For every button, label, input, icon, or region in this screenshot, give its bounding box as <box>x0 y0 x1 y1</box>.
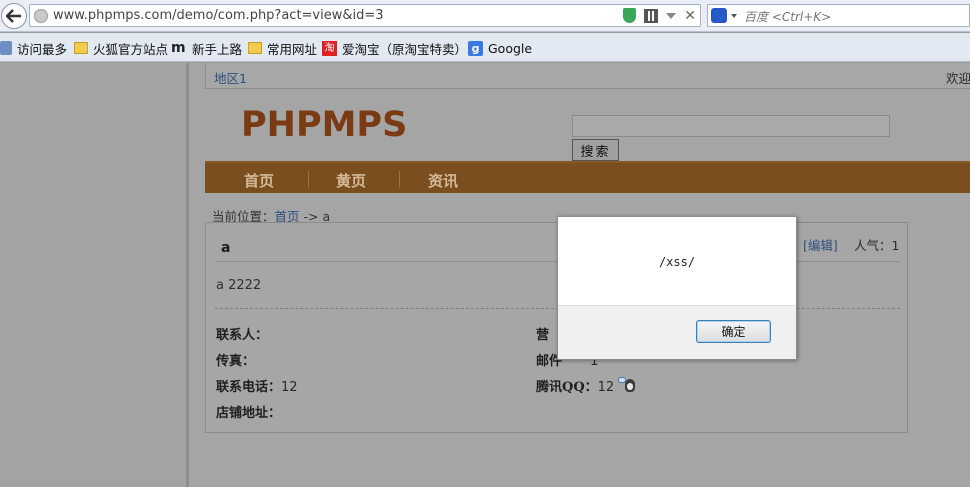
detail-title: a <box>221 240 231 256</box>
alert-dialog: /xss/ 确定 <box>557 216 797 360</box>
dropdown-arrow-icon[interactable] <box>666 12 677 19</box>
bookmark-most-visited[interactable]: 访问最多 <box>0 39 67 57</box>
bookmark-label: Google <box>488 40 533 56</box>
bookmarks-toolbar: 访问最多 火狐官方站点 m 新手上路 常用网址 淘 爱淘宝（原淘宝特卖） g G… <box>0 33 970 62</box>
bookmark-getting-started[interactable]: m 新手上路 <box>171 39 242 57</box>
site-search-button[interactable]: 搜索 <box>572 139 619 161</box>
most-visited-icon <box>0 41 12 55</box>
detail-body: a 2222 <box>216 278 262 293</box>
field-value: 12 <box>597 380 615 395</box>
field-label: 联系人： <box>216 328 269 343</box>
browser-search-field[interactable]: 🐾 百度 <Ctrl+K> <box>707 4 970 27</box>
field-fax: 传真： <box>216 350 255 369</box>
edit-link[interactable]: [编辑] <box>803 235 838 254</box>
field-contact: 联系人： <box>216 324 268 343</box>
bookmark-firefox-site[interactable]: 火狐官方站点 <box>74 39 168 57</box>
field-address: 店铺地址： <box>216 402 281 421</box>
address-text: www.phpmps.com/demo/com.php?act=view&id=… <box>53 8 384 23</box>
shield-icon[interactable] <box>623 8 637 23</box>
nav-item-home[interactable]: 首页 <box>244 170 274 191</box>
taobao-icon: 淘 <box>322 40 337 56</box>
main-nav: 首页 黄页 资讯 <box>205 161 970 193</box>
bookmark-google[interactable]: g Google <box>468 39 532 57</box>
folder-icon <box>74 42 88 54</box>
field-label: 店铺地址： <box>216 406 282 421</box>
search-placeholder: 百度 <Ctrl+K> <box>744 10 832 24</box>
globe-icon <box>34 9 48 23</box>
google-icon: g <box>468 40 483 56</box>
nav-separator <box>308 171 309 188</box>
alert-body: /xss/ <box>558 217 796 305</box>
m-logo-icon: m <box>171 40 186 56</box>
qq-penguin-icon[interactable] <box>618 377 636 393</box>
popularity-count: 人气：1 <box>854 238 900 253</box>
baidu-paw-icon[interactable]: 🐾 <box>711 8 727 23</box>
nav-item-yellow-pages[interactable]: 黄页 <box>336 170 366 191</box>
address-bar[interactable]: www.phpmps.com/demo/com.php?act=view&id=… <box>29 4 701 27</box>
back-button[interactable] <box>1 3 27 29</box>
alert-footer: 确定 <box>558 305 796 359</box>
site-logo[interactable]: PHPMPS <box>241 105 407 145</box>
field-business-partial: 营 <box>536 324 549 343</box>
stop-icon[interactable]: ✕ <box>684 9 696 23</box>
bookmark-label: 火狐官方站点 <box>93 41 169 57</box>
field-label: 腾讯QQ： <box>536 380 598 395</box>
field-qq: 腾讯QQ：12 <box>536 376 636 395</box>
folder-icon <box>248 42 262 54</box>
page-viewport: 地区1 欢迎 PHPMPS 搜索 首页 黄页 资讯 当前位置：首页 -> a a… <box>0 63 970 487</box>
field-phone: 联系电话：12 <box>216 376 298 395</box>
nav-separator <box>399 171 400 188</box>
field-value: 12 <box>281 380 298 395</box>
nav-item-news[interactable]: 资讯 <box>428 170 458 191</box>
bookmark-common-sites[interactable]: 常用网址 <box>248 39 317 57</box>
bookmark-label: 常用网址 <box>267 41 318 57</box>
field-label: 传真： <box>216 354 256 369</box>
bookmark-label: 爱淘宝（原淘宝特卖） <box>342 41 468 57</box>
site-topbar: 地区1 欢迎 <box>205 63 970 89</box>
bookmark-taobao[interactable]: 淘 爱淘宝（原淘宝特卖） <box>322 39 467 57</box>
bookmark-label: 新手上路 <box>192 41 243 57</box>
back-arrow-icon <box>6 9 21 23</box>
welcome-text: 欢迎 <box>946 71 970 86</box>
qr-code-icon[interactable] <box>644 8 659 23</box>
site-search-input[interactable] <box>572 115 890 137</box>
browser-toolbar: www.phpmps.com/demo/com.php?act=view&id=… <box>0 0 970 32</box>
search-engine-caret-icon[interactable] <box>731 14 737 18</box>
bookmark-label: 访问最多 <box>17 41 68 57</box>
page-left-margin <box>0 63 186 487</box>
region-link[interactable]: 地区1 <box>214 68 247 87</box>
field-label: 联系电话： <box>216 380 282 395</box>
ok-button[interactable]: 确定 <box>696 320 771 343</box>
alert-message: /xss/ <box>658 255 696 269</box>
field-label: 营 <box>536 328 550 343</box>
